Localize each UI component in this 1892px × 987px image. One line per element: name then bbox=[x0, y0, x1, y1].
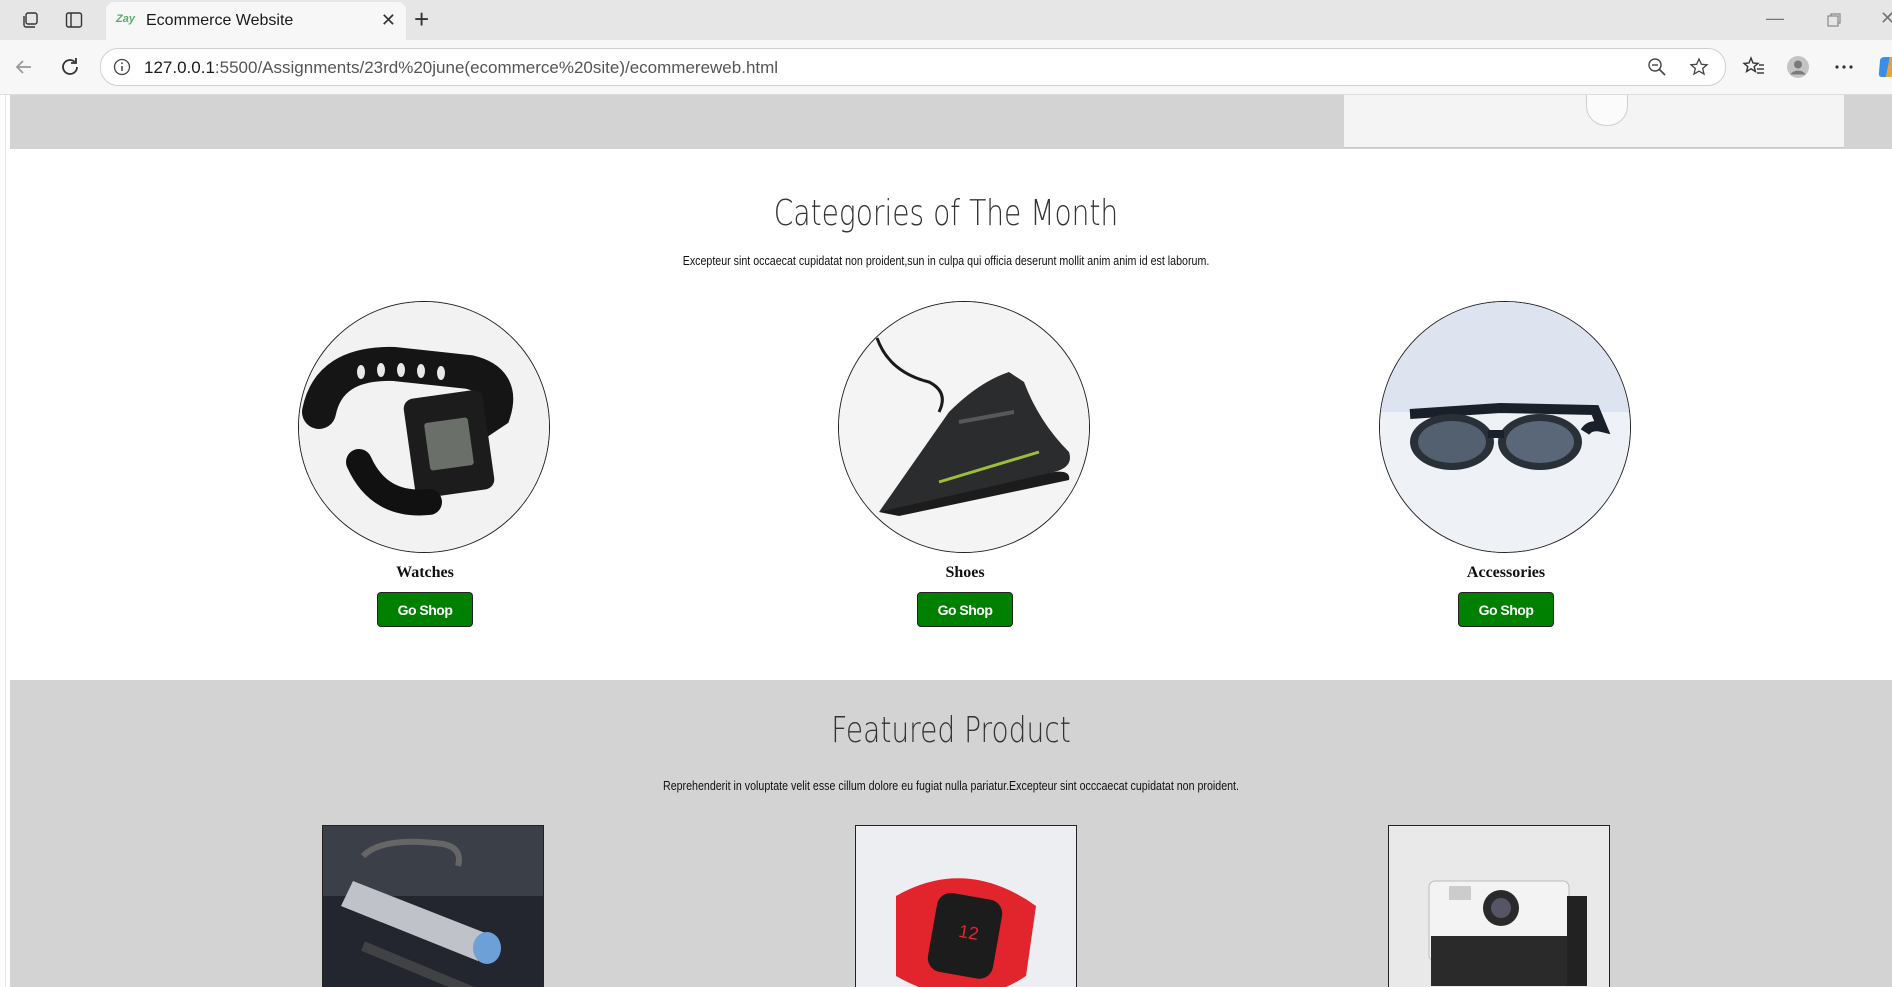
hero-image bbox=[1344, 95, 1844, 148]
tab-ecommerce[interactable]: Zay Ecommerce Website ✕ bbox=[106, 2, 406, 40]
hero-banner-bottom bbox=[10, 95, 1892, 149]
featured-section: Featured Product Reprehenderit in volupt… bbox=[10, 680, 1892, 987]
category-watches: Watches Go Shop bbox=[298, 301, 552, 627]
url-field[interactable]: 127.0.0.1:5500/Assignments/23rd%20june(e… bbox=[100, 48, 1726, 86]
tab-title: Ecommerce Website bbox=[146, 12, 294, 29]
profile-icon[interactable] bbox=[1786, 55, 1810, 79]
shoe-image[interactable] bbox=[838, 301, 1090, 553]
go-shop-button-shoes[interactable]: Go Shop bbox=[917, 592, 1013, 627]
sidebar-icon[interactable] bbox=[64, 10, 84, 30]
more-icon[interactable] bbox=[1832, 55, 1856, 79]
categories-subtitle: Excepteur sint occaecat cupidatat non pr… bbox=[682, 253, 1210, 268]
category-name: Shoes bbox=[945, 564, 985, 581]
info-icon[interactable] bbox=[113, 58, 131, 76]
page-edge bbox=[5, 95, 6, 987]
sunglasses-image[interactable] bbox=[1379, 301, 1631, 553]
page-viewport: Categories of The Month Excepteur sint o… bbox=[0, 95, 1892, 987]
favorites-icon[interactable] bbox=[1742, 55, 1766, 79]
featured-subtitle: Reprehenderit in voluptate velit esse ci… bbox=[663, 778, 1239, 793]
window-close-icon[interactable]: ✕ bbox=[1880, 8, 1892, 29]
go-shop-button-watches[interactable]: Go Shop bbox=[377, 592, 473, 627]
favicon: Zay bbox=[116, 13, 135, 25]
copilot-icon[interactable] bbox=[1876, 55, 1892, 79]
plus-icon[interactable]: + bbox=[414, 6, 429, 32]
star-icon[interactable] bbox=[1689, 57, 1709, 77]
close-icon[interactable]: ✕ bbox=[381, 11, 396, 29]
collections-icon[interactable] bbox=[20, 10, 40, 30]
categories-title: Categories of The Month bbox=[773, 193, 1119, 234]
featured-product-smartwatch[interactable]: 12 bbox=[855, 825, 1077, 987]
minimize-icon[interactable]: — bbox=[1766, 8, 1784, 29]
category-name: Accessories bbox=[1466, 564, 1546, 581]
browser-tab-bar: Zay Ecommerce Website ✕ + — ✕ bbox=[0, 0, 1892, 40]
zoom-out-icon[interactable] bbox=[1647, 57, 1667, 77]
featured-title: Featured Product bbox=[831, 710, 1071, 751]
hero-product-image bbox=[1586, 95, 1628, 126]
category-name: Watches bbox=[396, 564, 454, 581]
category-shoes: Shoes Go Shop bbox=[838, 301, 1092, 627]
back-icon[interactable] bbox=[12, 55, 36, 79]
refresh-icon[interactable] bbox=[58, 55, 82, 79]
go-shop-button-accessories[interactable]: Go Shop bbox=[1458, 592, 1554, 627]
url-path: :5500/Assignments/23rd%20june(ecommerce%… bbox=[214, 58, 779, 77]
featured-product-camera[interactable] bbox=[1388, 825, 1610, 987]
watch-face-number: 12 bbox=[957, 921, 980, 944]
url-host: 127.0.0.1 bbox=[144, 58, 215, 77]
category-accessories: Accessories Go Shop bbox=[1379, 301, 1633, 627]
featured-product-flashlight[interactable] bbox=[322, 825, 544, 987]
watch-image[interactable] bbox=[298, 301, 550, 553]
restore-icon[interactable] bbox=[1826, 12, 1842, 28]
address-bar: 127.0.0.1:5500/Assignments/23rd%20june(e… bbox=[0, 40, 1892, 95]
url-text: 127.0.0.1:5500/Assignments/23rd%20june(e… bbox=[144, 58, 778, 78]
